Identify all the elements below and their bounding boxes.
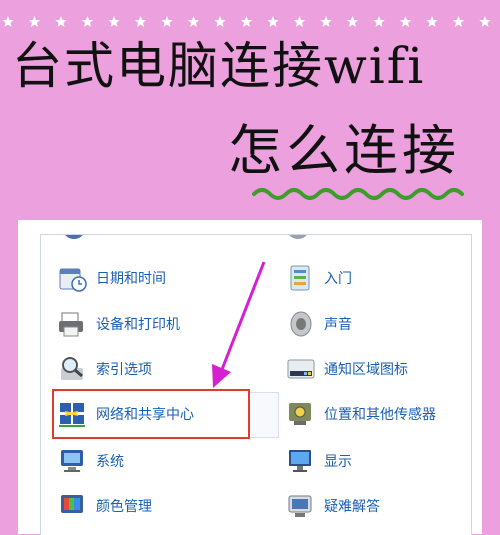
star-icon	[452, 16, 465, 27]
cp-item-label: 声音	[324, 317, 352, 333]
sensor-icon	[286, 399, 316, 429]
title-line-1: 台式电脑连接wifi	[12, 37, 426, 95]
wavy-underline	[252, 188, 464, 200]
title-line-2: 怎么连接	[228, 119, 460, 182]
cp-item-color-management[interactable]: 颜色管理	[58, 486, 152, 526]
speaker-icon	[286, 309, 316, 339]
cp-item-label: 位置和其他传感器	[324, 407, 436, 423]
star-icon	[108, 16, 120, 27]
cp-item-label: 日期和时间	[96, 271, 166, 287]
cp-item-getting-started[interactable]: 入门	[286, 258, 352, 298]
cp-item-label: 设备和打印机	[96, 317, 180, 333]
star-icon	[28, 16, 41, 27]
cp-item-devices-printers[interactable]: 设备和打印机	[58, 304, 180, 344]
star-icon	[293, 16, 306, 27]
star-icon	[479, 16, 491, 27]
printer-icon	[58, 309, 88, 339]
magnifier-icon	[58, 354, 88, 384]
cp-item-troubleshooting[interactable]: 疑难解答	[286, 486, 380, 526]
computer-icon	[58, 446, 88, 476]
monitor-icon	[286, 446, 316, 476]
selection-hover-shade	[248, 392, 279, 438]
star-icon	[55, 16, 67, 27]
cp-item-label: 入门	[324, 271, 352, 287]
star-icon	[240, 16, 253, 27]
star-icon	[2, 16, 14, 27]
star-icon	[187, 16, 200, 27]
cp-item-label: 索引选项	[96, 362, 152, 378]
cp-item-label: 颜色管理	[96, 499, 152, 515]
star-icon	[399, 16, 412, 27]
notification-tray-icon	[286, 354, 316, 384]
star-icon	[267, 16, 279, 27]
highlight-box-network	[52, 389, 250, 439]
star-icon	[214, 16, 226, 27]
cp-item-label: 系统	[96, 454, 124, 470]
star-icon	[320, 16, 332, 27]
cp-item-label: 疑难解答	[324, 499, 380, 515]
star-icon	[426, 16, 438, 27]
cp-item-indexing-options[interactable]: 索引选项	[58, 349, 152, 389]
star-icon	[346, 16, 359, 27]
star-icon	[373, 16, 385, 27]
star-icon	[134, 16, 147, 27]
troubleshoot-icon	[286, 491, 316, 521]
cp-item-label: 通知区域图标	[324, 362, 408, 378]
cp-item-label: 显示	[324, 454, 352, 470]
color-management-icon	[58, 491, 88, 521]
partial-icon-right	[289, 235, 307, 239]
cp-item-location-sensors[interactable]: 位置和其他传感器	[286, 394, 436, 434]
cp-item-sound[interactable]: 声音	[286, 304, 352, 344]
partial-icon-left	[65, 235, 83, 239]
calendar-clock-icon	[58, 263, 88, 293]
star-icon	[161, 16, 173, 27]
cp-item-date-time[interactable]: 日期和时间	[58, 258, 166, 298]
cp-item-notification-area-icons[interactable]: 通知区域图标	[286, 349, 408, 389]
cp-item-system[interactable]: 系统	[58, 441, 124, 481]
getting-started-icon	[286, 263, 316, 293]
cp-item-display[interactable]: 显示	[286, 441, 352, 481]
star-icon	[81, 16, 94, 27]
